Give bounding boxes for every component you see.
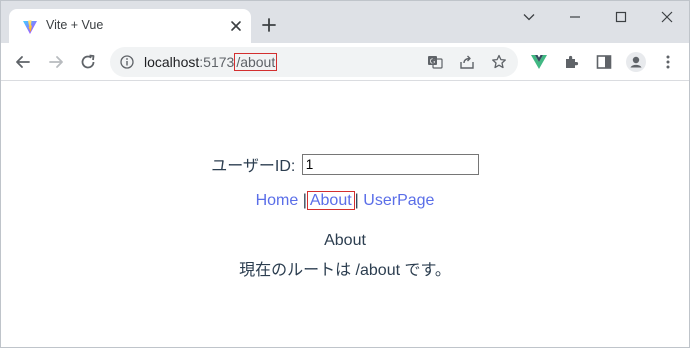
tab-strip: Vite + Vue (1, 1, 689, 43)
browser-tab[interactable]: Vite + Vue (9, 9, 251, 43)
current-route-text: 現在のルートは /about です。 (239, 262, 451, 279)
plus-icon[interactable] (262, 18, 276, 32)
close-icon[interactable] (229, 19, 243, 33)
vue-icon[interactable] (530, 53, 548, 71)
user-id-row: ユーザーID: (1, 152, 689, 176)
translate-icon[interactable]: G (427, 54, 443, 70)
avatar-icon[interactable] (626, 52, 646, 72)
arrow-left-icon[interactable] (14, 53, 32, 71)
user-id-label: ユーザーID: (211, 158, 296, 175)
nav-link-userpage[interactable]: UserPage (363, 192, 434, 209)
side-panel-icon[interactable] (595, 53, 613, 71)
vite-icon (23, 20, 37, 34)
user-id-input[interactable] (301, 153, 479, 175)
arrow-right-icon[interactable] (47, 53, 65, 71)
url-host: localhost (144, 54, 200, 70)
minimize-icon[interactable] (565, 7, 585, 27)
reload-icon[interactable] (79, 53, 97, 71)
page-content: ユーザーID: Home |About| UserPage About 現在のル… (1, 82, 689, 347)
share-icon[interactable] (459, 54, 475, 70)
nav-separator: | (354, 192, 359, 209)
info-icon[interactable] (120, 55, 134, 69)
close-window-icon[interactable] (657, 7, 677, 27)
tab-title: Vite + Vue (46, 18, 104, 32)
address-bar[interactable]: localhost:5173/about G (110, 47, 518, 77)
url-port: :5173 (199, 54, 235, 70)
url-path: /about (234, 53, 278, 71)
puzzle-icon[interactable] (563, 53, 581, 71)
chevron-down-icon[interactable] (519, 7, 539, 27)
url-text[interactable]: localhost:5173/about (144, 53, 278, 71)
maximize-icon[interactable] (611, 7, 631, 27)
router-nav: Home | About | UserPage (1, 191, 689, 210)
star-icon[interactable] (491, 54, 507, 70)
nav-link-home[interactable]: Home (256, 192, 299, 209)
view-title: About (324, 232, 366, 249)
nav-link-about[interactable]: About (306, 191, 355, 210)
browser-toolbar: localhost:5173/about G (1, 43, 689, 81)
kebab-menu-icon[interactable] (659, 53, 677, 71)
